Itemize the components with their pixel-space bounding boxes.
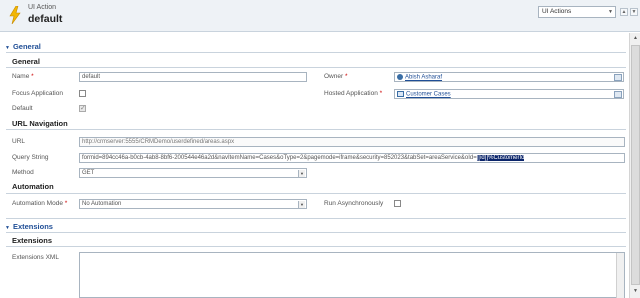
record-name: default	[28, 13, 63, 25]
query-string-field[interactable]: formid=894cc46a-b0cb-4ab8-8bf6-200544e46…	[79, 153, 625, 163]
up-arrow-icon[interactable]: ▲	[620, 8, 628, 16]
lookup-icon[interactable]	[614, 74, 622, 81]
tab-extensions[interactable]: ▼ Extensions	[5, 222, 53, 231]
divider	[6, 193, 626, 194]
focus-application-checkbox[interactable]	[79, 90, 86, 97]
method-select[interactable]: GET ▼	[79, 168, 307, 178]
divider	[6, 246, 626, 247]
selected-text: [[id]]%CustomerId	[476, 155, 525, 161]
chevron-down-icon: ▼	[608, 9, 613, 15]
divider	[6, 52, 626, 53]
section-url-navigation-title: URL Navigation	[12, 119, 68, 128]
page-scrollbar[interactable]: ▲ ▼	[629, 33, 640, 298]
application-icon	[397, 91, 404, 97]
down-arrow-icon[interactable]: ▼	[630, 8, 638, 16]
textarea-scrollbar[interactable]	[616, 253, 624, 298]
scroll-up-icon[interactable]: ▲	[631, 34, 640, 43]
focus-application-label: Focus Application	[12, 90, 63, 97]
automation-mode-label: Automation Mode *	[12, 200, 68, 207]
section-extensions-title: Extensions	[12, 236, 53, 245]
tab-general[interactable]: ▼ General	[5, 42, 41, 51]
name-label: Name *	[12, 73, 34, 80]
default-checkbox[interactable]	[79, 104, 86, 112]
divider	[6, 129, 626, 130]
name-field[interactable]: default	[79, 72, 307, 82]
url-label: URL	[12, 138, 26, 145]
default-label: Default	[12, 105, 33, 112]
section-general-title: General	[12, 57, 40, 66]
lightning-bolt-icon	[9, 6, 21, 24]
chevron-down-icon: ▼	[298, 201, 305, 208]
divider	[6, 218, 626, 219]
hosted-application-lookup-field[interactable]: Customer Cases	[394, 89, 624, 99]
collapse-triangle-icon: ▼	[5, 225, 10, 231]
divider	[6, 232, 626, 233]
section-automation-title: Automation	[12, 182, 54, 191]
form-header: UI Action default UI Actions ▼ ▲ ▼	[0, 0, 640, 32]
divider	[6, 67, 626, 68]
extensions-xml-label: Extensions XML	[12, 254, 59, 261]
query-string-label: Query String	[12, 154, 49, 161]
entity-type-label: UI Action	[28, 4, 57, 11]
run-asynchronously-checkbox[interactable]	[394, 200, 401, 207]
scroll-thumb[interactable]	[631, 45, 640, 285]
user-icon	[397, 74, 403, 80]
form-selector-dropdown[interactable]: UI Actions ▼	[538, 6, 616, 18]
url-field[interactable]: http://crmserver:5555/CRMDemo/userdefine…	[79, 137, 625, 147]
chevron-down-icon: ▼	[298, 170, 305, 177]
hosted-application-label: Hosted Application *	[324, 90, 383, 97]
owner-label: Owner *	[324, 73, 348, 80]
automation-mode-select[interactable]: No Automation ▼	[79, 199, 307, 209]
extensions-xml-textarea[interactable]	[79, 252, 625, 298]
lookup-icon[interactable]	[614, 91, 622, 98]
collapse-triangle-icon: ▼	[5, 45, 10, 51]
run-asynchronously-label: Run Asynchronously	[324, 200, 384, 207]
owner-lookup-field[interactable]: Abish Asharaf	[394, 72, 624, 82]
method-label: Method	[12, 169, 34, 176]
scroll-down-icon[interactable]: ▼	[631, 287, 640, 296]
